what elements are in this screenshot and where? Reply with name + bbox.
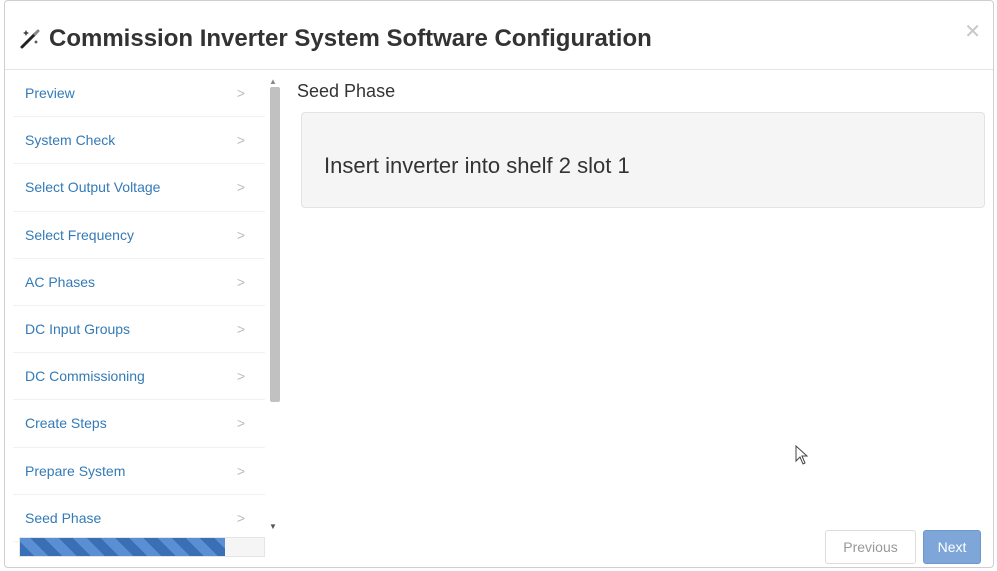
sidebar-item-seed-phase[interactable]: Seed Phase >	[13, 495, 265, 542]
chevron-right-icon: >	[236, 273, 245, 290]
sidebar-item-label: Preview	[25, 85, 75, 102]
sidebar-item-create-steps[interactable]: Create Steps >	[13, 400, 265, 448]
sidebar-item-label: System Check	[25, 132, 116, 149]
dialog-title-text: Commission Inverter System Software Conf…	[49, 25, 652, 52]
sidebar-item-label: Prepare System	[25, 462, 126, 479]
sidebar-item-label: AC Phases	[25, 273, 96, 290]
close-icon[interactable]: ✕	[964, 19, 981, 44]
next-button[interactable]: Next	[923, 530, 981, 564]
sidebar-item-dc-commissioning[interactable]: DC Commissioning >	[13, 353, 265, 401]
sidebar-scrollbar[interactable]: ▲ ▼	[267, 73, 281, 535]
commission-dialog: Commission Inverter System Software Conf…	[4, 0, 994, 568]
sidebar-item-label: DC Input Groups	[25, 321, 131, 338]
scroll-up-arrow-icon[interactable]: ▲	[269, 77, 277, 86]
mouse-pointer-icon	[795, 445, 809, 465]
chevron-right-icon: >	[236, 368, 245, 385]
scrollbar-thumb[interactable]	[270, 87, 280, 402]
sidebar-item-label: DC Commissioning	[25, 368, 145, 385]
sidebar-item-label: Seed Phase	[25, 509, 102, 526]
chevron-right-icon: >	[236, 321, 245, 338]
chevron-right-icon: >	[236, 132, 245, 149]
chevron-right-icon: >	[236, 226, 245, 243]
sidebar-item-label: Create Steps	[25, 415, 107, 432]
chevron-right-icon: >	[236, 462, 245, 479]
sidebar-item-label: Select Frequency	[25, 226, 134, 243]
instruction-text: Insert inverter into shelf 2 slot 1	[324, 153, 630, 178]
sidebar-item-prepare-system[interactable]: Prepare System >	[13, 448, 265, 495]
sidebar-item-label: Select Output Voltage	[25, 179, 161, 196]
chevron-right-icon: >	[236, 415, 245, 432]
scroll-down-arrow-icon[interactable]: ▼	[269, 522, 277, 531]
progress-bar-fill	[20, 538, 225, 556]
dialog-title: Commission Inverter System Software Conf…	[19, 25, 652, 53]
sidebar-item-preview[interactable]: Preview >	[13, 70, 265, 118]
sidebar-item-select-frequency[interactable]: Select Frequency >	[13, 212, 265, 259]
instruction-panel: Insert inverter into shelf 2 slot 1	[301, 112, 985, 208]
chevron-right-icon: >	[236, 85, 245, 102]
sidebar-item-system-check[interactable]: System Check >	[13, 117, 265, 165]
chevron-right-icon: >	[236, 509, 245, 526]
wizard-progress-bar	[19, 537, 265, 557]
sidebar-item-dc-input-groups[interactable]: DC Input Groups >	[13, 306, 265, 354]
dialog-header: Commission Inverter System Software Conf…	[5, 1, 993, 70]
previous-button[interactable]: Previous	[825, 530, 916, 564]
wizard-step-list: Preview > System Check > Select Output V…	[13, 70, 265, 542]
sidebar-item-select-output-voltage[interactable]: Select Output Voltage >	[13, 164, 265, 212]
chevron-right-icon: >	[236, 179, 245, 196]
magic-wand-icon	[20, 29, 40, 49]
step-title: Seed Phase	[297, 81, 396, 101]
sidebar-item-ac-phases[interactable]: AC Phases >	[13, 259, 265, 306]
